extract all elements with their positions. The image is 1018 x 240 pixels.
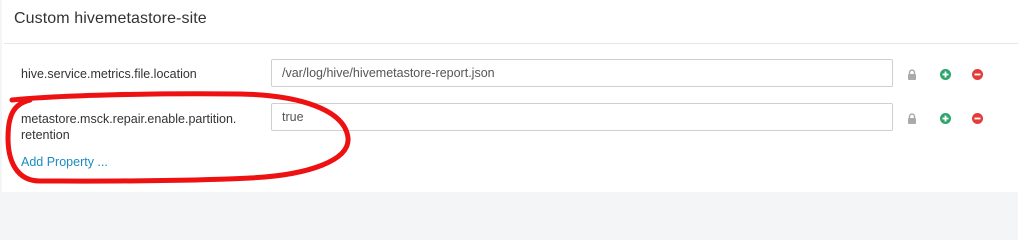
panel-divider bbox=[4, 43, 1018, 44]
property-value-input[interactable] bbox=[271, 59, 893, 87]
add-property-link[interactable]: Add Property ... bbox=[21, 155, 108, 169]
plus-circle-icon[interactable] bbox=[939, 112, 951, 124]
property-value-input[interactable] bbox=[271, 103, 893, 131]
lock-icon[interactable] bbox=[906, 112, 918, 124]
lock-icon[interactable] bbox=[906, 68, 918, 80]
minus-circle-icon[interactable] bbox=[971, 68, 983, 80]
panel-title: Custom hivemetastore-site bbox=[14, 10, 207, 27]
custom-hivemetastore-site-panel: Custom hivemetastore-site hive.service.m… bbox=[2, 0, 1018, 192]
minus-circle-icon[interactable] bbox=[971, 112, 983, 124]
plus-circle-icon[interactable] bbox=[939, 68, 951, 80]
property-name: hive.service.metrics.file.location bbox=[21, 67, 197, 81]
property-name: metastore.msck.repair.enable.partition. … bbox=[21, 112, 237, 142]
